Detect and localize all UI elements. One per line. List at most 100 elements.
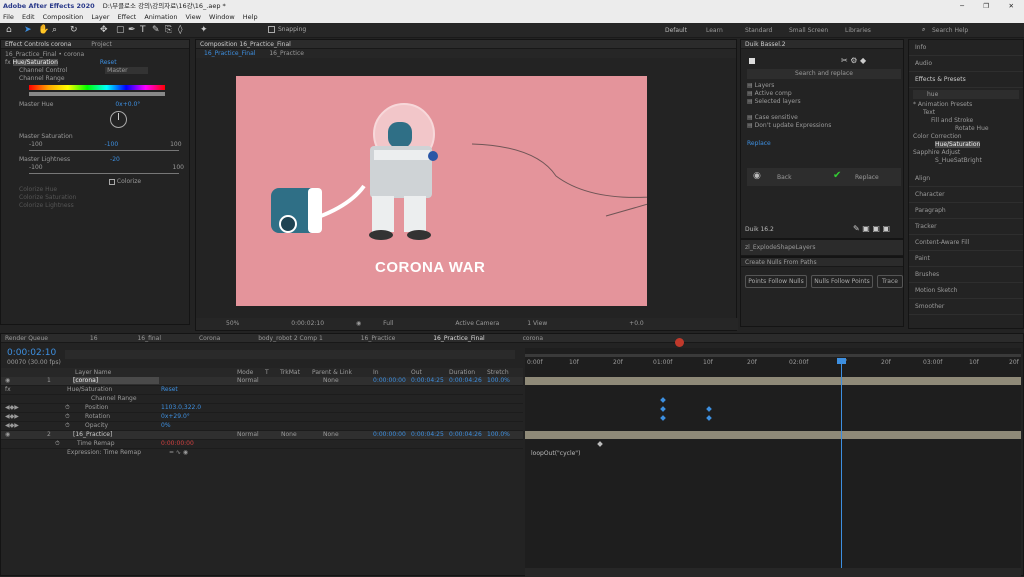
timeline-tab-body-robot[interactable]: body_robot 2 Comp 1 xyxy=(258,335,323,342)
search-help-input[interactable]: Search Help xyxy=(932,27,968,34)
back-button[interactable]: Back xyxy=(777,174,792,181)
menu-effect[interactable]: Effect xyxy=(118,13,137,21)
effect-row-name[interactable]: Hue/Saturation xyxy=(67,386,112,393)
pan-behind-tool-icon[interactable]: ✥ xyxy=(100,25,108,35)
paint-panel-tab[interactable]: Paint xyxy=(909,251,1023,267)
rotate-tool-icon[interactable]: ↻ xyxy=(70,25,78,35)
timeline-tab-render-queue[interactable]: Render Queue xyxy=(5,335,48,342)
effect-row-reset[interactable]: Reset xyxy=(161,386,178,393)
layer-out[interactable]: 0:00:04:25 xyxy=(411,377,444,384)
workspace-default[interactable]: Default xyxy=(665,27,687,34)
tree-s-huesatbright[interactable]: S_HueSatBright xyxy=(909,157,1023,165)
layer-trkmat[interactable]: None xyxy=(281,431,297,438)
view-select[interactable]: 1 View xyxy=(527,320,547,327)
project-tab[interactable]: Project xyxy=(91,41,112,48)
work-area-bar[interactable] xyxy=(525,354,1021,357)
duik-square-icon[interactable] xyxy=(749,58,755,64)
prop-opacity-value[interactable]: 0% xyxy=(161,422,171,429)
layer-name-16-practice[interactable]: [16_Practice] xyxy=(73,431,112,438)
channel-control-select[interactable]: Master xyxy=(105,67,148,74)
master-lightness-value[interactable]: -20 xyxy=(110,156,120,163)
layer-in[interactable]: 0:00:00:00 xyxy=(373,377,406,384)
prop-position-value[interactable]: 1103.0,322.0 xyxy=(161,404,201,411)
search-replace-field[interactable]: Search and replace xyxy=(747,69,901,79)
timeline-tab-16-final[interactable]: 16_final xyxy=(137,335,161,342)
pen-tool-icon[interactable]: ✒ xyxy=(128,25,136,35)
replace-button[interactable]: Replace xyxy=(855,174,879,181)
workspace-standard[interactable]: Standard xyxy=(745,27,772,34)
align-panel-tab[interactable]: Align xyxy=(909,171,1023,187)
menu-layer[interactable]: Layer xyxy=(91,13,109,21)
master-hue-value[interactable]: 0x+0.0° xyxy=(115,101,140,108)
tree-animation-presets[interactable]: * Animation Presets xyxy=(909,101,1023,109)
col-t[interactable]: T xyxy=(265,368,269,377)
effects-search-input[interactable]: hue xyxy=(913,90,1019,99)
trace-path-button[interactable]: Trace Path xyxy=(877,275,903,288)
channel-range-row[interactable]: Channel Range xyxy=(91,395,137,402)
menu-view[interactable]: View xyxy=(186,13,201,21)
info-panel-tab[interactable]: Info xyxy=(909,40,1023,56)
layer-parent[interactable]: None xyxy=(323,431,339,438)
minimize-icon[interactable]: ─ xyxy=(960,0,964,12)
resolution-select[interactable]: Full xyxy=(383,320,393,327)
channel-range-label[interactable]: Channel Range xyxy=(5,75,185,83)
puppet-tool-icon[interactable]: ✦ xyxy=(200,25,208,35)
back-icon[interactable]: ◉ xyxy=(753,171,761,181)
layer1-bar[interactable] xyxy=(525,377,1021,385)
comp-subtab-final[interactable]: 16_Practice_Final xyxy=(204,50,255,57)
camera-select[interactable]: Active Camera xyxy=(455,320,499,327)
tree-rotate-hue[interactable]: Rotate Hue xyxy=(909,125,1023,133)
layer-mode[interactable]: Normal xyxy=(237,377,259,384)
eye-icon[interactable]: ◉ xyxy=(5,377,10,384)
maximize-icon[interactable]: ❐ xyxy=(983,0,989,12)
duik-tools-icon[interactable]: ✂ ⚙ ◆ xyxy=(841,56,866,65)
zoom-tool-icon[interactable]: ⌕ xyxy=(52,25,57,35)
reset-link[interactable]: Reset xyxy=(100,59,117,66)
timeline-search-input[interactable] xyxy=(65,350,515,359)
layer-stretch[interactable]: 100.0% xyxy=(487,431,510,438)
effects-presets-tab[interactable]: Effects & Presets xyxy=(909,72,1023,88)
nulls-follow-points-button[interactable]: Nulls Follow Points xyxy=(811,275,873,288)
tree-color-correction[interactable]: Color Correction xyxy=(909,133,1023,141)
col-duration[interactable]: Duration xyxy=(449,368,475,377)
hue-dial[interactable] xyxy=(110,111,127,128)
tree-sapphire-adjust[interactable]: Sapphire Adjust xyxy=(909,149,1023,157)
timeline-tab-corona[interactable]: Corona xyxy=(199,335,220,342)
layer-parent[interactable]: None xyxy=(323,377,339,384)
prop-time-remap[interactable]: Time Remap xyxy=(77,440,115,447)
timeline-tab-16-practice-final[interactable]: 16_Practice_Final xyxy=(433,335,484,342)
layer2-bar[interactable] xyxy=(525,431,1021,439)
tracker-panel-tab[interactable]: Tracker xyxy=(909,219,1023,235)
expression-text[interactable]: loopOut("cycle") xyxy=(531,450,580,457)
lightness-slider[interactable] xyxy=(29,173,179,174)
brushes-panel-tab[interactable]: Brushes xyxy=(909,267,1023,283)
content-aware-fill-tab[interactable]: Content-Aware Fill xyxy=(909,235,1023,251)
home-icon[interactable]: ⌂ xyxy=(6,25,12,35)
prop-opacity[interactable]: Opacity xyxy=(85,422,108,429)
comp-canvas[interactable]: CORONA WAR xyxy=(236,76,680,306)
saturation-slider[interactable] xyxy=(29,150,179,151)
stopwatch-icon[interactable]: ⏱ xyxy=(65,422,70,430)
prop-rotation[interactable]: Rotation xyxy=(85,413,110,420)
menu-help[interactable]: Help xyxy=(243,13,258,21)
keyframe-nav-icon[interactable]: ◀◆▶ xyxy=(5,413,19,420)
opacity-keyframe[interactable] xyxy=(660,415,666,421)
opacity-keyframe[interactable] xyxy=(706,415,712,421)
option-case-sensitive[interactable]: Case sensitive xyxy=(755,114,798,121)
playhead-handle[interactable] xyxy=(837,358,846,364)
expression-controls-icon[interactable]: = ∿ ◉ xyxy=(169,449,188,456)
keyframe-nav-icon[interactable]: ◀◆▶ xyxy=(5,422,19,429)
snapshot-icon[interactable]: ◉ xyxy=(356,320,361,327)
fx-icon[interactable]: fx xyxy=(5,59,11,66)
workspace-libraries[interactable]: Libraries xyxy=(845,27,871,34)
time-remap-keyframe[interactable] xyxy=(597,441,603,447)
layer-out[interactable]: 0:00:04:25 xyxy=(411,431,444,438)
timeline-tab-16[interactable]: 16 xyxy=(90,335,98,342)
colorize-checkbox[interactable] xyxy=(109,178,115,185)
col-mode[interactable]: Mode xyxy=(237,368,253,377)
menu-file[interactable]: File xyxy=(3,13,14,21)
motion-sketch-tab[interactable]: Motion Sketch xyxy=(909,283,1023,299)
effect-controls-tab[interactable]: Effect Controls corona xyxy=(5,41,71,48)
menu-animation[interactable]: Animation xyxy=(144,13,177,21)
timeline-tab-16-practice[interactable]: 16_Practice xyxy=(361,335,396,342)
